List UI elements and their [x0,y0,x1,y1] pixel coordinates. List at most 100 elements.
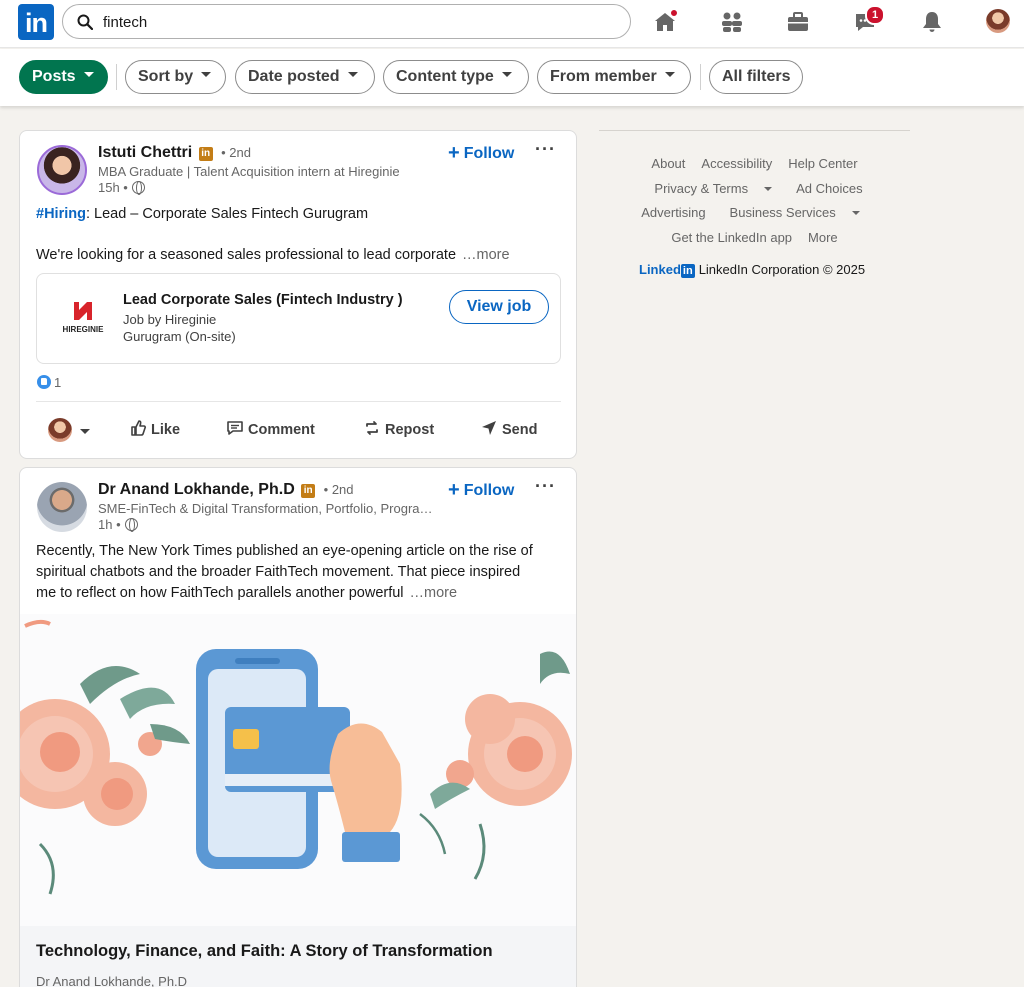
rose-decoration-left [20,619,190,895]
see-more-link[interactable]: …more [462,247,510,263]
author-name[interactable]: Dr Anand Lokhande, Ph.D in • 2nd [98,481,354,499]
filter-posts-label: Posts [32,68,76,85]
view-job-button[interactable]: View job [449,290,549,324]
author-headline: SME-FinTech & Digital Transformation, Po… [98,501,433,516]
footer-privacy-terms-link[interactable]: Privacy & Terms [646,181,780,196]
chevron-down-icon [764,186,773,191]
actor-avatar[interactable] [48,418,72,442]
more-options-icon[interactable]: ··· [535,476,556,497]
comment-button[interactable]: Comment [226,419,315,438]
filter-from-member-label: From member [550,68,657,85]
follow-button[interactable]: + Follow [448,479,514,502]
author-name[interactable]: Istuti Chettri in • 2nd [98,144,251,162]
timestamp-text: 1h • [98,517,121,532]
post-card: Dr Anand Lokhande, Ph.D in • 2nd SME-Fin… [19,467,577,987]
filter-divider [116,64,117,90]
hireginie-logo: HIREGINIE [63,302,105,334]
see-more-link[interactable]: …more [410,585,458,601]
chevron-down-icon [501,72,512,78]
jobs-briefcase-icon[interactable] [785,10,811,34]
footer-ad-choices-link[interactable]: Ad Choices [796,181,862,196]
article-author: Dr Anand Lokhande, Ph.D [36,974,188,987]
comment-icon [227,421,243,435]
post-text-line: spiritual chatbots and the broader Faith… [36,564,521,580]
reaction-count[interactable]: 1 [37,375,61,390]
hashtag-link[interactable]: #Hiring [36,206,86,222]
article-title[interactable]: Technology, Finance, and Faith: A Story … [36,942,493,961]
footer-links: About Accessibility Help Center Privacy & … [599,152,910,251]
linkedin-wordmark: Linked [639,262,681,277]
like-label: Like [151,422,181,438]
svg-text:HIREGINIE: HIREGINIE [63,325,105,334]
post-text-segment: We're looking for a seasoned sales profe… [36,247,457,263]
all-filters-button[interactable]: All filters [709,60,803,94]
post-action-bar: Like Comment Repost Send [20,411,576,451]
footer-advertising-link[interactable]: Advertising [641,205,705,220]
job-title[interactable]: Lead Corporate Sales (Fintech Industry ) [123,292,403,308]
footer-business-services-label: Business Services [729,205,836,221]
filter-posts-button[interactable]: Posts [19,60,108,94]
chevron-down-icon[interactable] [80,429,90,434]
chevron-down-icon [664,72,675,78]
follow-label: Follow [463,482,515,499]
repost-button[interactable]: Repost [363,419,434,438]
footer-help-center-link[interactable]: Help Center [788,156,857,171]
filter-sort-by-button[interactable]: Sort by [125,60,226,94]
send-label: Send [502,422,538,438]
chevron-down-icon [83,72,94,78]
plus-icon: + [448,142,460,164]
my-network-icon[interactable] [719,10,745,34]
footer-about-link[interactable]: About [651,156,685,171]
author-name-text: Dr Anand Lokhande, Ph.D [98,481,295,498]
messaging-badge: 1 [865,5,885,25]
connection-degree: • 2nd [221,145,251,160]
follow-button[interactable]: + Follow [448,142,514,165]
footer-accessibility-link[interactable]: Accessibility [701,156,772,171]
filter-date-posted-label: Date posted [248,68,340,85]
rose-decoration-right [419,651,572,880]
post-text-line: We're looking for a seasoned sales profe… [36,245,510,266]
search-input[interactable] [103,11,603,33]
article-image[interactable] [20,614,577,926]
footer-row: Privacy & Terms Ad Choices [599,177,910,202]
plus-icon: + [448,479,460,501]
globe-icon [124,518,138,532]
globe-icon [131,181,145,195]
reaction-count-text: 1 [54,375,62,390]
send-button[interactable]: Send [480,419,537,438]
post-text-segment: : Lead – Corporate Sales Fintech Gurugra… [85,206,369,222]
author-avatar[interactable] [37,145,87,195]
post-text-line: Recently, The New York Times published a… [36,543,533,559]
job-company: Job by Hireginie [123,312,217,327]
linkedin-logo[interactable]: in [18,4,54,40]
filter-content-type-label: Content type [396,68,494,85]
filter-content-type-button[interactable]: Content type [383,60,529,94]
filter-divider [700,64,701,90]
job-attachment[interactable]: HIREGINIE Lead Corporate Sales (Fintech … [36,273,561,364]
comment-label: Comment [248,422,315,438]
linkedin-premium-badge-icon: in [301,484,316,498]
search-icon [77,14,93,30]
footer-more-link[interactable]: More [808,230,838,245]
filter-date-posted-button[interactable]: Date posted [235,60,375,94]
like-button[interactable]: Like [129,419,180,438]
timestamp-text: 15h • [98,180,128,195]
author-avatar[interactable] [37,482,87,532]
profile-avatar[interactable] [986,9,1010,33]
send-icon [482,421,496,435]
footer-business-services-link[interactable]: Business Services [722,205,868,220]
chevron-down-icon [851,211,860,216]
author-name-text: Istuti Chettri [98,144,193,161]
right-rail-divider [599,130,910,131]
notifications-bell-icon[interactable] [919,10,945,34]
filter-from-member-button[interactable]: From member [537,60,691,94]
post-card: Istuti Chettri in • 2nd MBA Graduate | T… [19,130,577,459]
article-link-preview[interactable]: Technology, Finance, and Faith: A Story … [20,926,576,987]
post-text-line: #Hiring: Lead – Corporate Sales Fintech … [36,204,368,225]
more-options-icon[interactable]: ··· [535,139,556,160]
footer-privacy-terms-label: Privacy & Terms [654,180,749,196]
footer-row: About Accessibility Help Center [599,152,910,177]
search-box[interactable] [62,4,631,39]
footer-get-app-link[interactable]: Get the LinkedIn app [671,230,792,245]
post-timestamp: 15h • [98,180,145,195]
